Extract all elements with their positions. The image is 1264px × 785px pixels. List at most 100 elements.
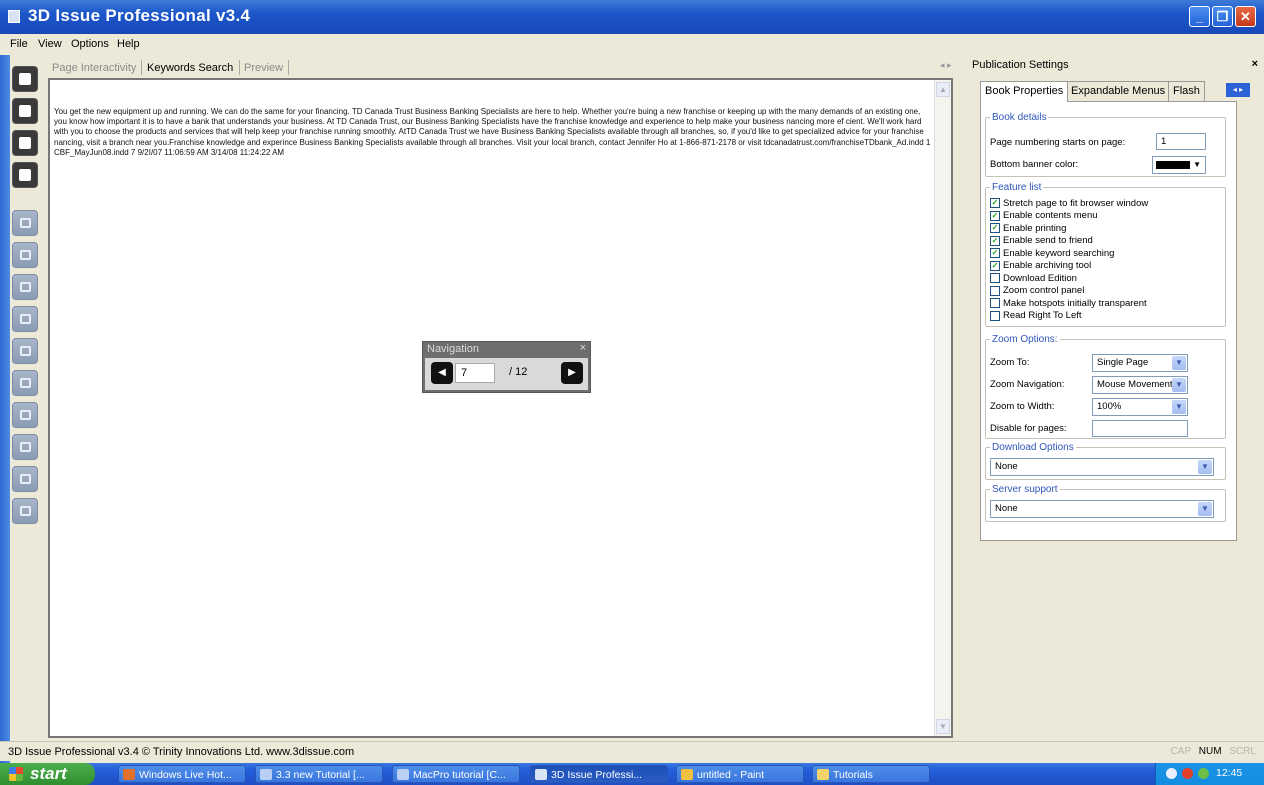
task-label: untitled - Paint	[697, 769, 765, 781]
book-details-legend: Book details	[992, 112, 1047, 123]
flash-icon	[19, 410, 31, 420]
task-paint[interactable]: untitled - Paint	[676, 765, 804, 783]
export-icon	[19, 474, 31, 484]
previous-page-button[interactable]: ◀	[431, 362, 453, 384]
feature-stretch-checkbox[interactable]: ✓ Stretch page to fit browser window	[990, 197, 1148, 209]
zoom-width-select[interactable]: 100% ▼	[1092, 398, 1188, 416]
link-tool-button[interactable]	[12, 274, 38, 300]
feature-archiving-checkbox[interactable]: ✓ Enable archiving tool	[990, 260, 1091, 272]
tab-preview[interactable]: Preview	[240, 59, 287, 77]
tab-book-properties[interactable]: Book Properties	[980, 81, 1069, 102]
menu-file[interactable]: File	[10, 38, 28, 50]
export-tool-button[interactable]	[12, 466, 38, 492]
task-tutorials-folder[interactable]: Tutorials	[812, 765, 930, 783]
messenger-icon[interactable]	[1198, 768, 1209, 779]
feature-download-checkbox[interactable]: Download Edition	[990, 272, 1077, 284]
zoom-navigation-select[interactable]: Mouse Movement ▼	[1092, 376, 1188, 394]
pointer-icon	[19, 218, 31, 228]
menu-help[interactable]: Help	[117, 38, 140, 50]
server-support-group: Server support None ▼	[985, 484, 1226, 522]
banner-color-picker[interactable]: ▼	[1152, 156, 1206, 174]
save-as-button[interactable]	[12, 162, 38, 188]
feature-keyword-checkbox[interactable]: ✓ Enable keyword searching	[990, 247, 1114, 259]
chevron-down-icon: ▼	[1172, 400, 1186, 414]
security-icon[interactable]	[1182, 768, 1193, 779]
download-options-select[interactable]: None ▼	[990, 458, 1214, 476]
keyboard-indicators: CAP NUM SCRL	[1166, 746, 1256, 757]
document-icon	[397, 769, 409, 780]
checkbox-icon	[990, 298, 1000, 308]
tab-scroll-arrows[interactable]: ◂ ▸	[940, 60, 952, 71]
menu-view[interactable]: View	[38, 38, 62, 50]
feature-hotspots-checkbox[interactable]: Make hotspots initially transparent	[990, 297, 1147, 309]
tab-page-interactivity[interactable]: Page Interactivity	[48, 59, 140, 77]
chevron-down-icon: ▼	[1198, 460, 1212, 474]
next-page-button[interactable]: ▶	[561, 362, 583, 384]
link-icon	[19, 282, 31, 292]
panel-close-icon[interactable]: ×	[1252, 58, 1258, 70]
start-button[interactable]: start	[0, 763, 95, 785]
desktop-edge	[0, 55, 10, 765]
media-tool-button[interactable]	[12, 306, 38, 332]
grid-tool-button[interactable]	[12, 338, 38, 364]
tab-keywords-search[interactable]: Keywords Search	[143, 59, 238, 77]
minimize-button[interactable]: _	[1189, 6, 1210, 27]
feature-printing-checkbox[interactable]: ✓ Enable printing	[990, 222, 1066, 234]
network-icon[interactable]	[1166, 768, 1177, 779]
checkbox-icon: ✓	[990, 223, 1000, 233]
banner-color-label: Bottom banner color:	[990, 159, 1079, 170]
windows-logo-icon	[9, 767, 23, 781]
feature-rtl-checkbox[interactable]: Read Right To Left	[990, 310, 1082, 322]
server-support-select[interactable]: None ▼	[990, 500, 1214, 518]
close-button[interactable]: ✕	[1235, 6, 1256, 27]
scroll-up-icon[interactable]: ▲	[936, 82, 950, 97]
taskbar: start Windows Live Hot... 3.3 new Tutori…	[0, 763, 1264, 785]
folder-icon	[817, 769, 829, 780]
status-text: 3D Issue Professional v3.4 © Trinity Inn…	[8, 746, 355, 758]
page-tool-button[interactable]	[12, 242, 38, 268]
chevron-down-icon: ▼	[1172, 378, 1186, 392]
zoom-width-label: Zoom to Width:	[990, 401, 1055, 412]
scroll-down-icon[interactable]: ▼	[936, 719, 950, 734]
page-numbering-label: Page numbering starts on page:	[990, 137, 1126, 148]
page-numbering-input[interactable]: 1	[1156, 133, 1206, 150]
window-title: 3D Issue Professional v3.4	[28, 6, 251, 25]
disable-pages-input[interactable]	[1092, 420, 1188, 437]
menu-options[interactable]: Options	[71, 38, 109, 50]
tab-expandable-menus[interactable]: Expandable Menus	[1066, 81, 1171, 101]
select-tool-button[interactable]	[12, 210, 38, 236]
task-3d-issue[interactable]: 3D Issue Professi...	[530, 765, 668, 783]
status-bar: 3D Issue Professional v3.4 © Trinity Inn…	[0, 741, 1264, 761]
document-panel: You get the new equipment up and running…	[48, 78, 953, 738]
server-support-value: None	[995, 503, 1018, 514]
vertical-scrollbar[interactable]: ▲ ▼	[934, 80, 951, 736]
tab-flash[interactable]: Flash	[1168, 81, 1205, 101]
task-tutorial[interactable]: 3.3 new Tutorial [...	[255, 765, 383, 783]
checkbox-label: Enable archiving tool	[1003, 260, 1092, 271]
new-project-button[interactable]	[12, 66, 38, 92]
publish-tool-button[interactable]	[12, 498, 38, 524]
navigation-close-icon[interactable]: ×	[580, 342, 586, 354]
checkbox-label: Enable send to friend	[1003, 235, 1093, 246]
page-number-input[interactable]: 7	[455, 363, 495, 383]
zoom-options-legend: Zoom Options:	[992, 334, 1058, 345]
start-label: start	[30, 764, 67, 783]
checkbox-label: Enable keyword searching	[1003, 247, 1115, 259]
feature-zoom-panel-checkbox[interactable]: Zoom control panel	[990, 285, 1084, 297]
checkbox-icon	[990, 285, 1000, 296]
save-button[interactable]	[12, 130, 38, 156]
comment-tool-button[interactable]	[12, 434, 38, 460]
task-macpro[interactable]: MacPro tutorial [C...	[392, 765, 520, 783]
restore-button[interactable]: ❐	[1212, 6, 1233, 27]
task-windows-live[interactable]: Windows Live Hot...	[118, 765, 246, 783]
checkbox-label: Enable contents menu	[1003, 210, 1098, 221]
flash-tool-button[interactable]	[12, 402, 38, 428]
zoom-width-value: 100%	[1097, 401, 1122, 412]
panel-header: Publication Settings ×	[968, 57, 1264, 75]
sound-tool-button[interactable]	[12, 370, 38, 396]
tab-scroll-arrows-icon[interactable]: ◂ ▸	[1226, 83, 1250, 97]
open-project-button[interactable]	[12, 98, 38, 124]
feature-send-friend-checkbox[interactable]: ✓ Enable send to friend	[990, 235, 1093, 247]
zoom-to-select[interactable]: Single Page ▼	[1092, 354, 1188, 372]
feature-contents-checkbox[interactable]: ✓ Enable contents menu	[990, 210, 1098, 222]
